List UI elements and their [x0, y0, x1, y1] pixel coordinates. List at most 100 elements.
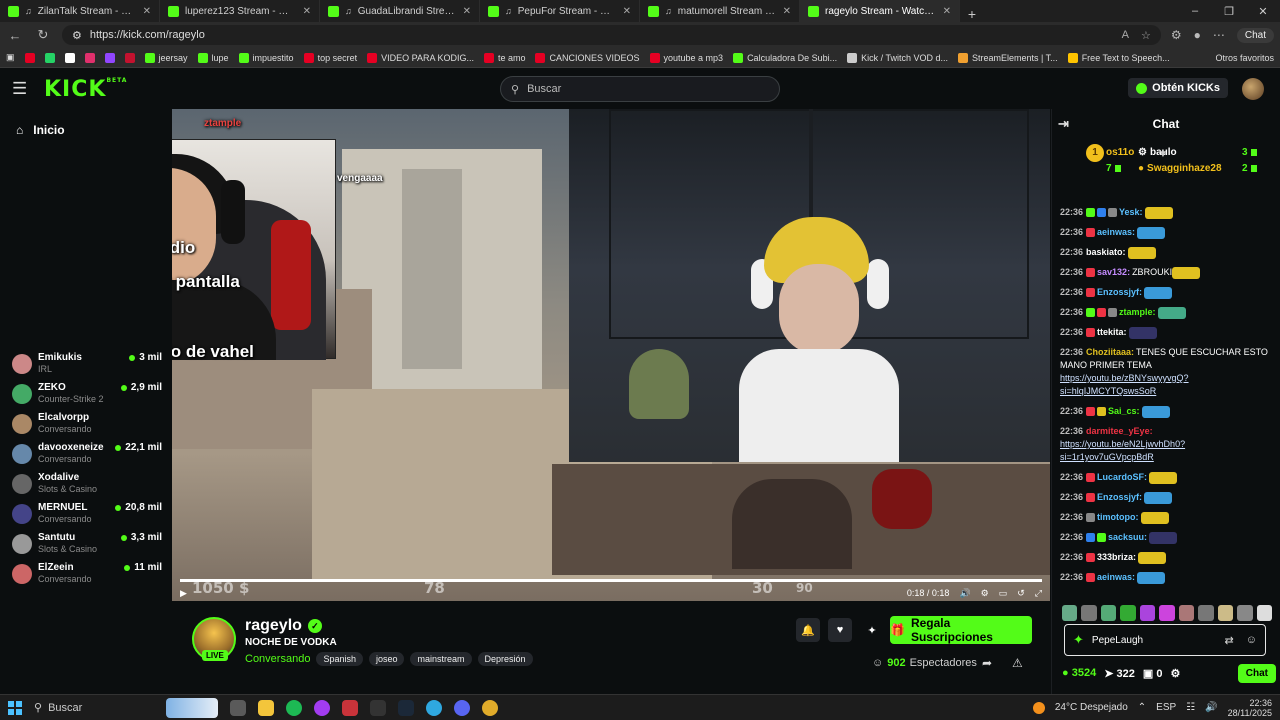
translate-icon[interactable]: ⇄ [1225, 634, 1234, 647]
sidebar-channel-emikukis[interactable]: Emikukis IRL 3 mil [0, 352, 172, 374]
tab-audio-icon[interactable]: ♫ [345, 6, 352, 16]
message-username[interactable]: Enzossjyf: [1097, 492, 1142, 502]
get-kicks-button[interactable]: Obtén KICKs [1128, 78, 1228, 98]
sparkle-button[interactable]: ✦ [860, 618, 884, 642]
sparkle-icon[interactable]: ✦ [1073, 632, 1084, 648]
tag-chip[interactable]: joseo [368, 652, 405, 666]
bookmark-item[interactable]: impuestito [238, 52, 294, 63]
tab-audio-icon[interactable]: ♫ [25, 6, 32, 16]
quick-emote-icon[interactable] [1198, 605, 1214, 621]
menu-icon[interactable]: ☰ [12, 79, 36, 99]
more-icon[interactable]: ⋯ [1213, 28, 1225, 42]
tab-close-icon[interactable]: ✕ [143, 6, 151, 17]
site-info-icon[interactable]: ⚙ [72, 29, 82, 42]
message-username[interactable]: Yesk: [1119, 207, 1143, 217]
language-indicator[interactable]: ESP [1156, 702, 1176, 713]
message-username[interactable]: darmitee_yEye: [1086, 426, 1153, 436]
report-icon[interactable]: ⚠ [1012, 656, 1023, 670]
minimize-button[interactable]: – [1178, 0, 1212, 22]
tab-audio-icon[interactable]: ♫ [505, 6, 512, 16]
favorite-star-icon[interactable]: ☆ [1141, 29, 1151, 42]
notification-bell-button[interactable]: 🔔 [796, 618, 820, 642]
quick-emote-icon[interactable] [1237, 605, 1253, 621]
message-username[interactable]: Choziitaaa: [1086, 347, 1134, 357]
quick-emote-icon[interactable] [1159, 605, 1175, 621]
sidebar-channel-xodalive[interactable]: Xodalive Slots & Casino [0, 472, 172, 494]
clock[interactable]: 22:36 28/11/2025 [1228, 698, 1272, 718]
message-username[interactable]: timotopo: [1097, 512, 1138, 522]
tab-close-icon[interactable]: ✕ [303, 6, 311, 17]
quick-emote-icon[interactable] [1120, 605, 1136, 621]
sidebar-channel-santutu[interactable]: Santutu Slots & Casino 3,3 mil [0, 532, 172, 554]
share-icon[interactable]: ➦ [982, 656, 992, 670]
message-username[interactable]: Enzossjyf: [1097, 287, 1142, 297]
channel-name[interactable]: rageylo [245, 617, 302, 635]
tag-chip[interactable]: Spanish [316, 652, 363, 666]
video-player[interactable]: ztample vengaaaa ahi mando el del audio 1… [172, 109, 1050, 601]
bookmark-item[interactable] [84, 52, 95, 63]
browser-tab[interactable]: ♫ ZilanTalk Stream - Watch Live ✕ [0, 0, 160, 22]
message-username[interactable]: ztample: [1119, 307, 1156, 317]
clip-icon[interactable]: ↺ [1017, 588, 1025, 599]
edge-icon[interactable] [426, 699, 442, 716]
message-link[interactable]: https://youtu.be/zBNYswyyvgQ?si=hlqIJMCY… [1060, 373, 1189, 396]
bookmark-item[interactable]: StreamElements | T... [957, 52, 1058, 63]
message-link[interactable]: https://youtu.be/eN2LjwvhDh0?si=1r1yov7u… [1060, 439, 1185, 462]
tab-audio-icon[interactable]: ♫ [665, 6, 672, 16]
volume-icon[interactable]: 🔊 [959, 588, 970, 599]
browser-tab[interactable]: luperez123 Stream - Watch L... ✕ [160, 0, 320, 22]
read-aloud-icon[interactable]: A [1122, 29, 1129, 42]
gift-count[interactable]: ▣ 0 [1143, 667, 1163, 680]
valorant-icon[interactable] [342, 699, 358, 716]
tab-close-icon[interactable]: ✕ [783, 6, 791, 17]
bookmark-item[interactable]: jeersay [144, 52, 188, 63]
search-highlight-image[interactable] [166, 697, 218, 718]
profile-icon[interactable]: ● [1194, 28, 1201, 42]
theater-icon[interactable]: ▭ [999, 588, 1008, 599]
sidebar-home[interactable]: ⌂ Inicio [16, 123, 65, 137]
extensions-icon[interactable]: ⚙ [1171, 28, 1182, 42]
quick-emote-icon[interactable] [1217, 605, 1234, 621]
leaderboard-entry[interactable]: ● Swagginhaze28 [1138, 163, 1222, 174]
bookmark-item[interactable] [44, 52, 55, 63]
bookmark-item[interactable] [104, 52, 115, 63]
bookmarks-menu-icon[interactable]: ▣ [6, 52, 15, 63]
gift-subs-button[interactable]: 🎁 Regala Suscripciones [890, 616, 1032, 644]
reload-icon[interactable]: ↻ [34, 27, 52, 43]
quick-emote-icon[interactable] [1256, 605, 1272, 621]
message-username[interactable]: baskiato: [1086, 247, 1126, 257]
bookmark-item[interactable]: youtube a mp3 [649, 52, 723, 63]
sidebar-channel-mernuel[interactable]: MERNUEL Conversando 20,8 mil [0, 502, 172, 524]
task-view-icon[interactable] [230, 699, 246, 716]
browser-tab[interactable]: ♫ GuadaLibrandi Stream - Wat... ✕ [320, 0, 480, 22]
play-icon[interactable]: ▶ [180, 588, 187, 599]
chat-settings-icon[interactable]: ⚙ [1170, 667, 1180, 680]
bookmark-item[interactable]: Kick / Twitch VOD d... [847, 52, 948, 63]
bookmark-item[interactable]: VIDEO PARA KODIG... [367, 52, 474, 63]
message-username[interactable]: aeinwas: [1097, 227, 1135, 237]
send-chat-button[interactable]: Chat [1237, 663, 1276, 683]
search-input[interactable]: ⚲ Buscar [500, 76, 780, 102]
message-username[interactable]: 333briza: [1097, 552, 1136, 562]
epic-games-icon[interactable] [370, 699, 386, 716]
new-tab-button[interactable]: + [960, 6, 984, 22]
message-username[interactable]: ttekita: [1097, 327, 1127, 337]
channel-points[interactable]: ➤ 322 [1104, 667, 1135, 680]
weather-text[interactable]: 24°C Despejado [1055, 702, 1128, 713]
bookmark-item[interactable]: Calculadora De Subi... [733, 52, 837, 63]
bookmark-item[interactable] [24, 52, 35, 63]
bookmark-item[interactable]: Free Text to Speech... [1067, 52, 1170, 63]
steam-icon[interactable] [398, 699, 414, 716]
sidebar-channel-elcalvorpp[interactable]: Elcalvorpp Conversando [0, 412, 172, 434]
quick-emote-icon[interactable] [1100, 605, 1117, 621]
chat-input[interactable]: ✦ PepeLaugh ⇄ ☺ [1064, 624, 1266, 656]
bookmark-item[interactable]: top secret [303, 52, 357, 63]
file-explorer-icon[interactable] [258, 699, 274, 716]
tray-chevron-icon[interactable]: ⌃ [1138, 702, 1146, 713]
tag-chip[interactable]: Depresión [477, 652, 533, 666]
chrome-icon[interactable] [482, 699, 498, 716]
message-username[interactable]: sacksuu: [1108, 532, 1147, 542]
sidebar-channel-elzeein[interactable]: ElZeein Conversando 11 mil [0, 562, 172, 584]
follow-button[interactable]: ♥ [828, 618, 852, 642]
bookmark-item[interactable]: CANCIONES VIDEOS [535, 52, 640, 63]
